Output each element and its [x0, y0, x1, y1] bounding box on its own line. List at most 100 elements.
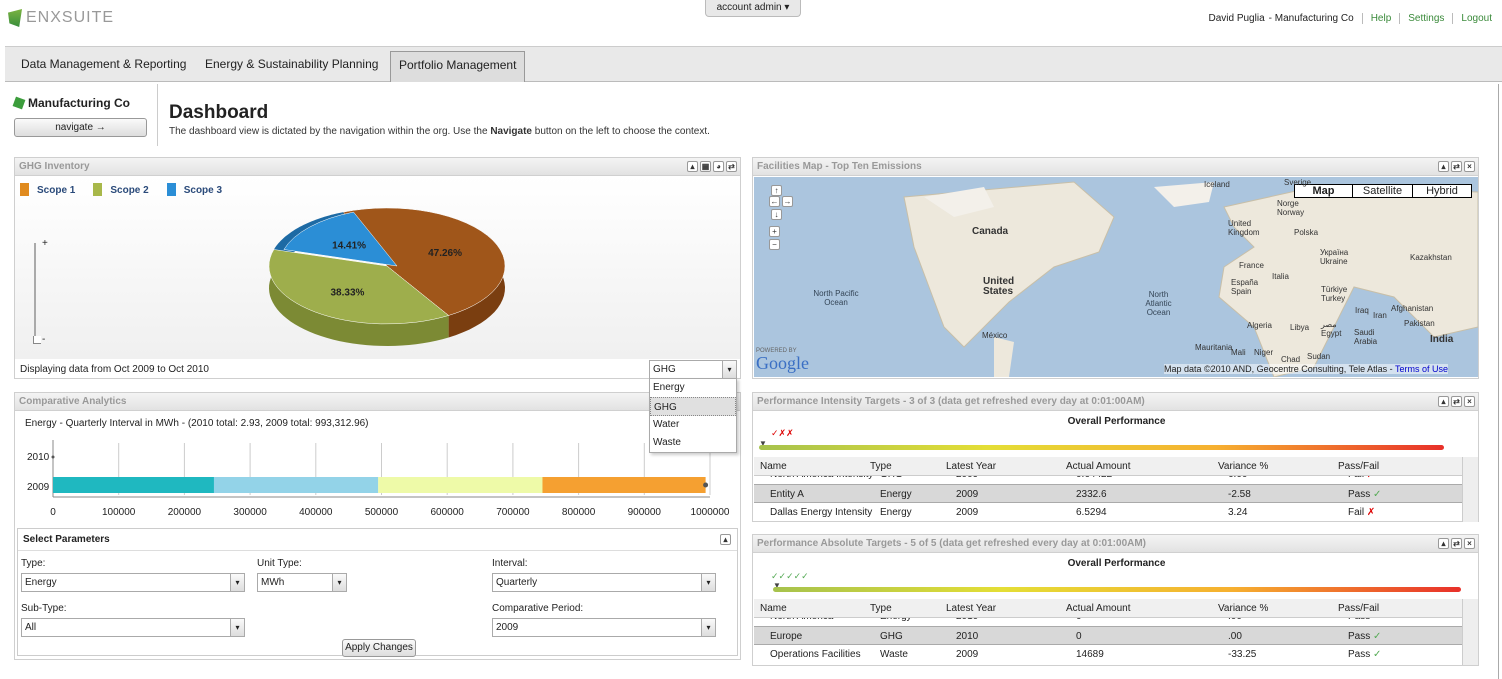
zoom-minus-label: - [42, 334, 46, 345]
column-header[interactable]: Name [760, 457, 787, 476]
check-icon: ✓ [1373, 631, 1382, 642]
pie-label-1: 38.33% [331, 287, 365, 298]
column-header[interactable]: Variance % [1218, 457, 1268, 476]
refresh-icon[interactable]: ⇄ [1451, 161, 1462, 172]
map-type-hybrid-button[interactable]: Hybrid [1413, 185, 1471, 197]
map-label: Iraq [1355, 306, 1369, 315]
ghg-pie-chart: 47.26% 38.33% 14.41% [268, 207, 506, 346]
table-cell: 6.5294 [1076, 507, 1107, 518]
refresh-icon[interactable]: ⇄ [1451, 538, 1462, 549]
tab-energy-planning[interactable]: Energy & Sustainability Planning [197, 51, 386, 82]
option-waste[interactable]: Waste [650, 434, 736, 452]
column-header[interactable]: Actual Amount [1066, 457, 1130, 476]
collapse-icon[interactable]: ▴ [1438, 161, 1449, 172]
metric-select[interactable]: GHG ▾ [649, 360, 737, 379]
map-label: Chad [1281, 355, 1301, 364]
close-icon[interactable]: × [1464, 396, 1475, 407]
zoom-slider-handle[interactable] [33, 336, 41, 344]
map-label: Sudan [1307, 352, 1331, 361]
unit-type-select[interactable]: MWh ▾ [257, 573, 347, 592]
absolute-panel-header: Performance Absolute Targets - 5 of 5 (d… [753, 535, 1478, 553]
x-tick-label: 600000 [431, 507, 465, 518]
select-parameters-panel: Select Parameters ▴ Type: Energy ▾ Unit T… [17, 528, 738, 657]
column-header[interactable]: Pass/Fail [1338, 599, 1379, 618]
apply-changes-button[interactable]: Apply Changes [342, 639, 416, 657]
table-scrollbar[interactable] [1462, 599, 1478, 665]
logout-link[interactable]: Logout [1452, 13, 1492, 24]
zoom-in-icon[interactable]: + [769, 226, 780, 237]
check-icon: ✓ [1373, 649, 1382, 660]
zoom-out-icon[interactable]: − [769, 239, 780, 250]
pie-label-0: 47.26% [428, 248, 462, 259]
collapse-icon[interactable]: ▴ [1438, 396, 1449, 407]
map-panel-header: Facilities Map - Top Ten Emissions ▴ ⇄ × [753, 158, 1478, 176]
column-header[interactable]: Latest Year [946, 457, 996, 476]
close-icon[interactable]: × [1464, 538, 1475, 549]
chevron-down-icon: ▾ [230, 574, 244, 591]
comparative-panel-header: Comparative Analytics [15, 393, 740, 411]
tab-data-management[interactable]: Data Management & Reporting [13, 51, 194, 82]
map-label: North Atlantic Ocean [1145, 290, 1172, 317]
comparative-period-select[interactable]: 2009 ▾ [492, 618, 716, 637]
column-header[interactable]: Name [760, 599, 787, 618]
table-cell: 14689 [1076, 649, 1104, 660]
pan-right-icon[interactable]: → [782, 196, 793, 207]
bar-segment[interactable] [213, 477, 379, 493]
column-header[interactable]: Latest Year [946, 599, 996, 618]
bar-segment[interactable] [542, 477, 706, 493]
tab-portfolio-management[interactable]: Portfolio Management [390, 51, 526, 82]
legend-scope-2: Scope 2 [93, 183, 149, 196]
pan-up-icon[interactable]: ↑ [771, 185, 782, 196]
intensity-targets-panel: Performance Intensity Targets - 3 of 3 (… [752, 392, 1479, 522]
collapse-icon[interactable]: ▴ [720, 534, 731, 545]
chart-legend: Scope 1 Scope 2 Scope 3 [20, 183, 222, 196]
interval-select[interactable]: Quarterly ▾ [492, 573, 716, 592]
table-view-icon[interactable]: ▦ [700, 161, 711, 172]
map-label: Italia [1272, 272, 1289, 281]
pan-down-icon[interactable]: ↓ [771, 209, 782, 220]
option-energy[interactable]: Energy [650, 379, 736, 397]
pie-view-icon[interactable]: ◕ [713, 161, 724, 172]
app-logo[interactable]: ENXSUITE [8, 9, 114, 27]
terms-of-use-link[interactable]: Terms of Use [1395, 364, 1448, 374]
settings-link[interactable]: Settings [1399, 13, 1444, 24]
refresh-icon[interactable]: ⇄ [1451, 396, 1462, 407]
column-header[interactable]: Type [870, 599, 892, 618]
refresh-icon[interactable]: ⇄ [726, 161, 737, 172]
zoom-slider[interactable] [34, 243, 36, 341]
world-map[interactable]: ↑ ← → ↓ + − Map Satellite Hybrid Canada U… [754, 177, 1478, 377]
account-admin-button[interactable]: account admin ▾ [705, 0, 801, 17]
option-ghg[interactable]: GHG [650, 397, 736, 416]
pan-left-icon[interactable]: ← [769, 196, 780, 207]
collapse-icon[interactable]: ▴ [687, 161, 698, 172]
y-tick-label: 2009 [27, 482, 50, 493]
bar-segment[interactable] [53, 477, 214, 493]
help-link[interactable]: Help [1361, 13, 1391, 24]
table-row[interactable]: Entity A Energy 2009 2332.6 -2.58 Pass ✓ [754, 484, 1462, 503]
option-water[interactable]: Water [650, 416, 736, 434]
table-scrollbar[interactable] [1462, 457, 1478, 522]
interval-label: Interval: [492, 558, 528, 569]
column-header[interactable]: Variance % [1218, 599, 1268, 618]
column-header[interactable]: Pass/Fail [1338, 457, 1379, 476]
close-icon[interactable]: × [1464, 161, 1475, 172]
column-header[interactable]: Type [870, 457, 892, 476]
table-cell: 2009 [956, 507, 979, 518]
map-label: Pakistan [1404, 319, 1435, 328]
column-header[interactable]: Actual Amount [1066, 599, 1130, 618]
chevron-down-icon: ▾ [230, 619, 244, 636]
ghg-chart-area: Scope 1 Scope 2 Scope 3 + - 47.26% 38.33%… [15, 176, 740, 359]
type-select[interactable]: Energy ▾ [21, 573, 245, 592]
sub-type-select[interactable]: All ▾ [21, 618, 245, 637]
table-row[interactable]: Dallas Energy Intensity Energy 2009 6.5294 3… [754, 503, 1462, 522]
table-row[interactable]: Europe GHG 2010 0 .00 Pass ✓ [754, 626, 1462, 645]
table-row[interactable]: Operations Facilities Waste 2009 14689 -33.2… [754, 645, 1462, 664]
map-type-satellite-button[interactable]: Satellite [1353, 185, 1413, 197]
bar-segment[interactable] [378, 477, 543, 493]
table-cell: .00 [1228, 631, 1242, 642]
table-cell: Waste [880, 649, 908, 660]
map-label: Sverige [1284, 178, 1312, 187]
navigate-button[interactable]: navigate → [14, 118, 147, 137]
table-cell: Dallas Energy Intensity [770, 507, 873, 518]
collapse-icon[interactable]: ▴ [1438, 538, 1449, 549]
